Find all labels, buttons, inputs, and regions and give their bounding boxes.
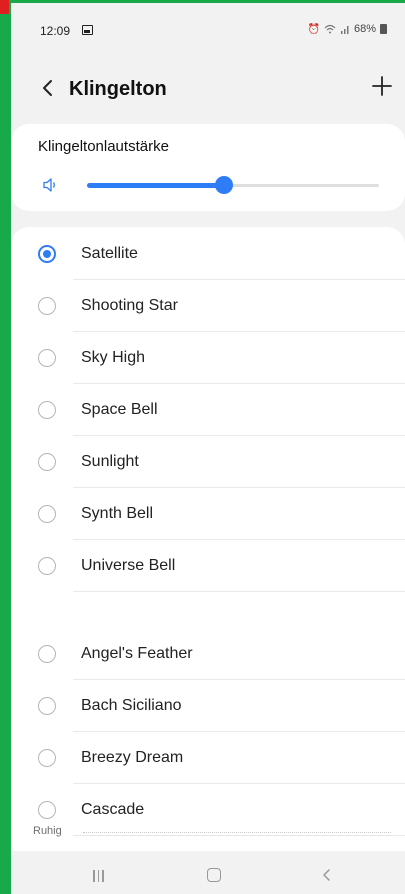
volume-label: Klingeltonlautstärke <box>38 138 169 155</box>
radio-unselected-icon[interactable] <box>38 453 56 471</box>
ringtone-label: Breezy Dream <box>81 749 184 766</box>
volume-card: Klingeltonlautstärke <box>11 124 405 211</box>
ringtone-item[interactable]: Bach Siciliano <box>11 680 405 732</box>
radio-unselected-icon[interactable] <box>38 505 56 523</box>
ringtone-label: Universe Bell <box>81 557 176 574</box>
ringtone-label: Sunlight <box>81 453 139 470</box>
page-title: Klingelton <box>69 78 167 100</box>
ringtone-item[interactable]: Breezy Dream <box>11 732 405 784</box>
app-bar: Klingelton <box>11 63 405 115</box>
row-divider <box>73 835 405 836</box>
radio-unselected-icon[interactable] <box>38 801 56 819</box>
ringtone-label: Shooting Star <box>81 297 178 314</box>
ringtone-label: Satellite <box>81 245 138 262</box>
ringtone-item[interactable]: Space Bell <box>11 384 405 436</box>
radio-unselected-icon[interactable] <box>38 349 56 367</box>
ringtone-item[interactable]: Synth Bell <box>11 488 405 540</box>
image-icon <box>82 25 93 35</box>
status-bar: 12:09 ⏰ 68% <box>11 3 405 55</box>
ringtone-item[interactable]: Sky High <box>11 332 405 384</box>
nav-back-icon[interactable] <box>320 865 332 885</box>
navigation-bar <box>11 851 405 894</box>
row-divider <box>73 591 405 592</box>
radio-unselected-icon[interactable] <box>38 697 56 715</box>
volume-slider[interactable] <box>87 175 379 195</box>
battery-icon <box>380 24 387 34</box>
speaker-icon <box>43 178 55 192</box>
back-arrow-icon[interactable] <box>37 74 61 102</box>
ringtone-item[interactable]: Universe Bell <box>11 540 405 592</box>
ringtone-label: Synth Bell <box>81 505 154 522</box>
radio-unselected-icon[interactable] <box>38 401 56 419</box>
ringtone-label: Cascade <box>81 801 145 818</box>
wifi-icon <box>324 24 336 34</box>
ringtone-item[interactable]: Satellite <box>11 228 405 280</box>
radio-unselected-icon[interactable] <box>38 749 56 767</box>
alarm-icon: ⏰ <box>307 23 320 35</box>
radio-unselected-icon[interactable] <box>38 297 56 315</box>
phone-screen: 12:09 ⏰ 68% Klingelton Klingeltonlautstä… <box>11 3 405 894</box>
radio-selected-icon[interactable] <box>38 245 56 263</box>
slider-fill <box>87 183 225 188</box>
ringtone-label: Angel's Feather <box>81 645 193 662</box>
ringtone-label: Space Bell <box>81 401 158 418</box>
home-icon[interactable] <box>207 868 221 882</box>
ringtone-item[interactable]: Shooting Star <box>11 280 405 332</box>
slider-thumb[interactable] <box>215 176 234 194</box>
signal-icon <box>340 26 349 34</box>
ringtone-item[interactable]: Cascade <box>11 784 405 836</box>
battery-percent: 68% <box>353 23 376 35</box>
corner-mark <box>0 0 9 14</box>
recent-apps-icon[interactable] <box>93 869 107 887</box>
status-indicators: ⏰ 68% <box>308 23 387 35</box>
ringtone-label: Sky High <box>81 349 146 366</box>
radio-unselected-icon[interactable] <box>38 557 56 575</box>
radio-unselected-icon[interactable] <box>38 645 56 663</box>
ringtone-item[interactable]: Angel's Feather <box>11 628 405 680</box>
add-icon[interactable] <box>369 73 395 99</box>
status-time: 12:09 <box>40 24 71 38</box>
ringtone-item[interactable]: Sunlight <box>11 436 405 488</box>
ringtone-list: Ruhig Satellite Shooting Star Sky High Spac… <box>11 227 405 894</box>
ringtone-label: Bach Siciliano <box>81 697 182 714</box>
